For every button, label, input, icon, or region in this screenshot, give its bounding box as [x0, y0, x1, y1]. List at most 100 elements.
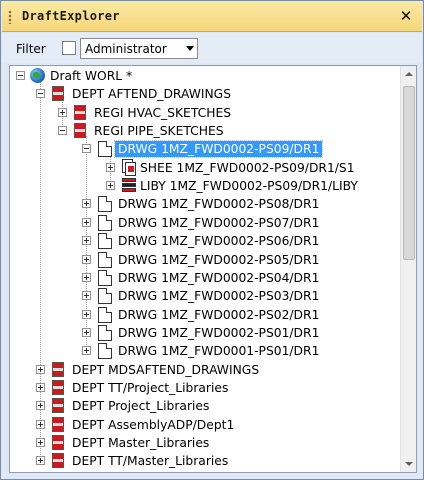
tree-node[interactable]: DEPT Project_Libraries — [10, 397, 400, 415]
sheet-icon — [122, 158, 137, 176]
tree-node[interactable]: DRWG 1MZ_FWD0002-PS06/DR1 — [10, 232, 400, 250]
drawing-icon — [98, 306, 112, 323]
department-icon — [52, 453, 64, 469]
department-icon — [52, 361, 64, 377]
tree-node[interactable]: DRWG 1MZ_FWD0002-PS09/DR1 — [10, 140, 400, 159]
draft-explorer-window: DraftExplorer ✕ Filter Administrator Dra… — [0, 0, 424, 480]
filter-label: Filter — [16, 42, 46, 56]
tree-node-label[interactable]: DRWG 1MZ_FWD0002-PS07/DR1 — [118, 215, 319, 231]
scroll-down-arrow-icon[interactable] — [401, 456, 416, 472]
expand-plus-icon[interactable] — [36, 438, 45, 447]
expand-plus-icon[interactable] — [82, 217, 91, 227]
expand-plus-icon[interactable] — [106, 162, 115, 172]
collapse-minus-icon[interactable] — [82, 144, 91, 154]
expand-plus-icon[interactable] — [82, 309, 91, 319]
expand-plus-icon[interactable] — [82, 272, 91, 282]
tree-node-label[interactable]: Draft WORL * — [50, 68, 132, 84]
tree-node[interactable]: DRWG 1MZ_FWD0002-PS07/DR1 — [10, 214, 400, 232]
tree-node[interactable]: REGI PIPE_SKETCHES — [10, 122, 400, 140]
filter-dropdown[interactable]: Administrator — [80, 38, 198, 59]
tree-node-label[interactable]: SHEE 1MZ_FWD0002-PS09/DR1/S1 — [140, 160, 355, 176]
drawing-icon — [98, 233, 112, 250]
tree-node-label[interactable]: DRWG 1MZ_FWD0001-PS01/DR1 — [118, 343, 319, 359]
tree-node-label[interactable]: DEPT Master_Libraries — [72, 435, 209, 451]
expand-plus-icon[interactable] — [36, 419, 45, 429]
tree-node[interactable]: DRWG 1MZ_FWD0002-PS08/DR1 — [10, 195, 400, 213]
tree-node-label[interactable]: REGI HVAC_SKETCHES — [94, 105, 231, 121]
tree-node-label[interactable]: DRWG 1MZ_FWD0002-PS03/DR1 — [118, 288, 319, 304]
collapse-minus-icon[interactable] — [36, 89, 45, 99]
tree-view[interactable]: Draft WORL * DEPT AFTEND_DRAWINGS REGI HVA… — [9, 65, 417, 473]
tree-node-label[interactable]: DRWG 1MZ_FWD0002-PS01/DR1 — [118, 325, 319, 341]
tree-node-label[interactable]: DEPT AFTEND_DRAWINGS — [72, 86, 231, 102]
tree-node-label[interactable]: DRWG 1MZ_FWD0002-PS02/DR1 — [118, 307, 319, 323]
drawing-icon — [98, 251, 112, 268]
tree-node[interactable]: DEPT AFTEND_DRAWINGS — [10, 85, 400, 103]
expand-plus-icon[interactable] — [82, 236, 91, 246]
drawing-icon — [98, 214, 112, 231]
expand-plus-icon[interactable] — [58, 107, 67, 117]
tree-node[interactable]: SHEE 1MZ_FWD0002-PS09/DR1/S1 — [10, 158, 400, 177]
scroll-up-arrow-icon[interactable] — [401, 66, 416, 82]
tree-node-label[interactable]: LIBY 1MZ_FWD0002-PS09/DR1/LIBY — [140, 178, 358, 194]
tree-node-label[interactable]: DEPT AssemblyADP/Dept1 — [72, 417, 234, 433]
tree-node-label[interactable]: DEPT TT/Master_Libraries — [72, 453, 228, 469]
tree-node-label[interactable]: DRWG 1MZ_FWD0002-PS05/DR1 — [118, 252, 319, 268]
tree-node-label[interactable]: DRWG 1MZ_FWD0002-PS08/DR1 — [118, 196, 319, 212]
tree-node[interactable]: DEPT MDSAFTEND_DRAWINGS — [10, 361, 400, 379]
filter-bar: Filter Administrator — [2, 33, 422, 63]
close-button[interactable]: ✕ — [398, 8, 414, 24]
drawing-icon — [98, 288, 112, 305]
tree-node-label[interactable]: DRWG 1MZ_FWD0002-PS09/DR1 — [113, 140, 324, 159]
expand-plus-icon[interactable] — [82, 327, 91, 337]
tree-node-label[interactable]: DRWG 1MZ_FWD0002-PS06/DR1 — [118, 233, 319, 249]
tree-rows-container: Draft WORL * DEPT AFTEND_DRAWINGS REGI HVA… — [10, 66, 400, 472]
tree-node-label[interactable]: DRWG 1MZ_FWD0002-PS04/DR1 — [118, 270, 319, 286]
tree-node[interactable]: DRWG 1MZ_FWD0002-PS05/DR1 — [10, 251, 400, 269]
tree-node[interactable]: DRWG 1MZ_FWD0002-PS04/DR1 — [10, 269, 400, 287]
tree-node[interactable]: DRWG 1MZ_FWD0002-PS02/DR1 — [10, 306, 400, 324]
chevron-down-icon[interactable] — [186, 46, 194, 51]
tree-node-label[interactable]: DEPT Project_Libraries — [72, 398, 209, 414]
tree-node[interactable]: DRWG 1MZ_FWD0001-PS01/DR1 — [10, 342, 400, 360]
department-icon — [52, 435, 64, 450]
window-title: DraftExplorer — [22, 9, 120, 23]
expand-plus-icon[interactable] — [106, 181, 115, 191]
department-icon — [52, 398, 64, 414]
expand-plus-icon[interactable] — [82, 346, 91, 356]
expand-plus-icon[interactable] — [82, 199, 91, 209]
drawing-icon — [98, 196, 112, 213]
tree-node[interactable]: Draft WORL * — [10, 67, 400, 85]
expand-plus-icon[interactable] — [82, 291, 91, 301]
tree-node-label[interactable]: DEPT MDSAFTEND_DRAWINGS — [72, 362, 259, 378]
tree-node-label[interactable]: REGI PIPE_SKETCHES — [94, 123, 224, 139]
tree-node[interactable]: DEPT Master_Libraries — [10, 434, 400, 452]
tree-node[interactable]: DRWG 1MZ_FWD0002-PS01/DR1 — [10, 324, 400, 342]
vertical-scrollbar[interactable] — [400, 66, 416, 472]
expand-plus-icon[interactable] — [36, 382, 45, 392]
tree-node[interactable]: DEPT TT/Master_Libraries — [10, 452, 400, 470]
collapse-minus-icon[interactable] — [58, 126, 67, 136]
drag-grip-icon[interactable] — [8, 10, 12, 24]
title-bar[interactable]: DraftExplorer ✕ — [2, 2, 422, 32]
collapse-minus-icon[interactable] — [16, 71, 25, 80]
expand-plus-icon[interactable] — [82, 254, 91, 264]
globe-icon — [30, 68, 45, 83]
tree-node[interactable]: DEPT TT/Project_Libraries — [10, 379, 400, 397]
drawing-icon — [98, 324, 112, 341]
department-icon — [52, 86, 64, 102]
tree-node[interactable]: DRWG 1MZ_FWD0002-PS03/DR1 — [10, 287, 400, 305]
tree-node[interactable]: LIBY 1MZ_FWD0002-PS09/DR1/LIBY — [10, 177, 400, 195]
register-icon — [74, 123, 86, 139]
expand-plus-icon[interactable] — [36, 456, 45, 466]
library-icon — [122, 178, 136, 194]
filter-dropdown-value: Administrator — [85, 42, 167, 56]
expand-plus-icon[interactable] — [36, 401, 45, 411]
tree-node[interactable]: DEPT AssemblyADP/Dept1 — [10, 416, 400, 434]
scrollbar-thumb[interactable] — [403, 86, 415, 260]
tree-node[interactable]: REGI HVAC_SKETCHES — [10, 104, 400, 122]
tree-node-label[interactable]: DEPT TT/Project_Libraries — [72, 380, 228, 396]
register-icon — [74, 104, 86, 120]
filter-checkbox[interactable] — [62, 41, 76, 55]
expand-plus-icon[interactable] — [36, 364, 45, 374]
